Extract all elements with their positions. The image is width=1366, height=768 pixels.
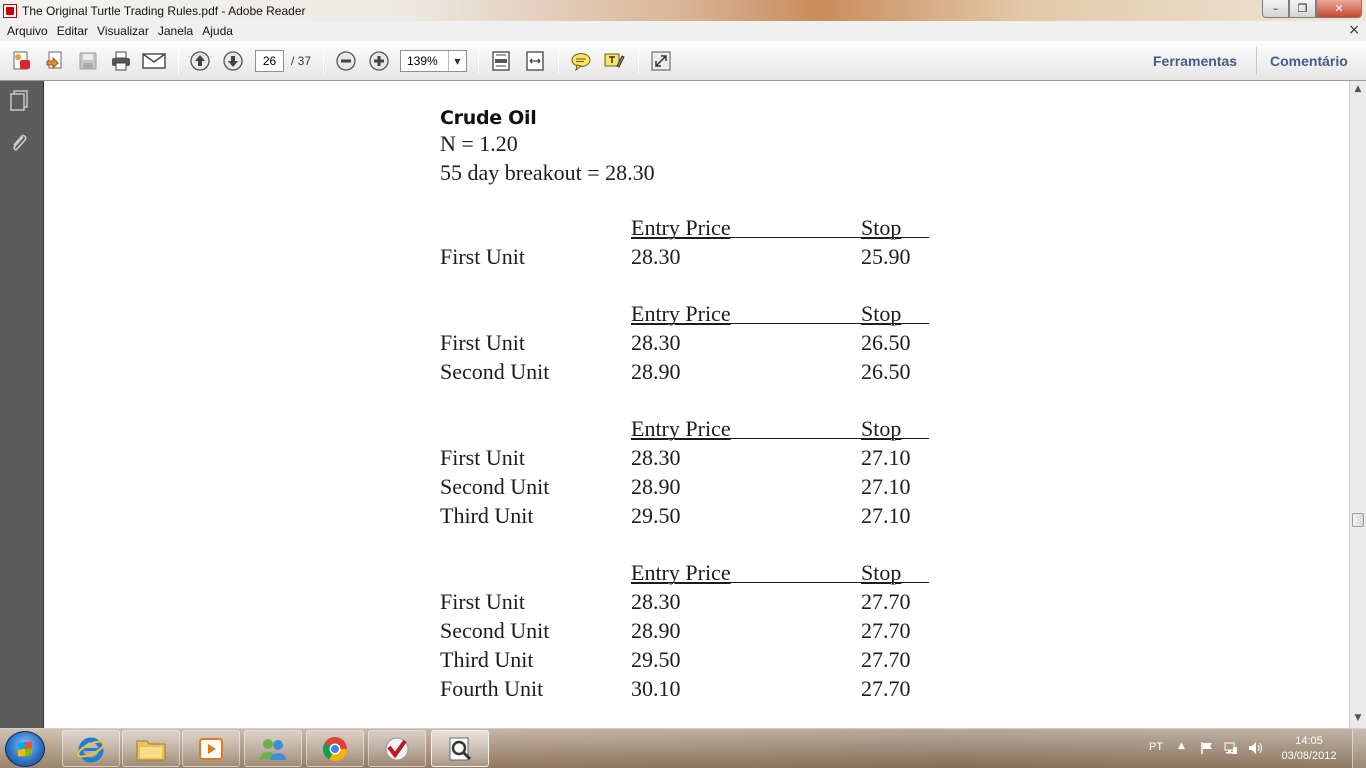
scroll-up-icon[interactable]: ▲ — [1353, 84, 1363, 94]
toolbar-separator — [558, 48, 559, 74]
previous-page-icon[interactable] — [188, 49, 212, 73]
table-header: Entry Price Stop — [440, 299, 929, 328]
entry-price-header: Entry Price — [631, 560, 731, 585]
scroll-down-icon[interactable]: ▼ — [1353, 713, 1363, 723]
stop-header: Stop — [861, 560, 902, 585]
unit-table: Entry Price Stop First Unit 28.30 27.70 … — [440, 558, 929, 703]
window-controls: – ❐ ✕ — [1262, 0, 1362, 18]
show-desktop-button[interactable] — [1352, 729, 1366, 768]
stop-header: Stop — [861, 215, 902, 240]
document-view[interactable]: Crude Oil N = 1.20 55 day breakout = 28.… — [44, 81, 1349, 728]
toolbar-separator — [178, 48, 179, 74]
unit-table: Entry Price Stop First Unit 28.30 27.10 … — [440, 414, 929, 530]
navigation-panel — [0, 81, 44, 728]
system-clock[interactable]: 14:05 03/08/2012 — [1278, 734, 1340, 764]
unit-table: Entry Price Stop First Unit 28.30 26.50 … — [440, 299, 929, 386]
save-icon[interactable] — [76, 49, 100, 73]
table-row: Third Unit 29.50 27.70 — [440, 647, 911, 672]
email-icon[interactable] — [142, 49, 166, 73]
unit-table: Entry Price Stop First Unit 28.30 25.90 — [440, 213, 929, 271]
menu-ajuda[interactable]: Ajuda — [202, 24, 233, 38]
window-title: The Original Turtle Trading Rules.pdf - … — [22, 3, 306, 18]
stop-header: Stop — [861, 416, 902, 441]
chevron-down-icon[interactable]: ▼ — [448, 51, 466, 71]
page-number-input[interactable]: 26 — [255, 50, 284, 72]
menu-arquivo[interactable]: Arquivo — [7, 24, 48, 38]
attachments-icon[interactable] — [8, 131, 32, 155]
page-total: / 37 — [291, 54, 312, 68]
internet-explorer-icon[interactable] — [62, 730, 120, 767]
action-center-flag-icon[interactable] — [1200, 741, 1214, 755]
entry-price-header: Entry Price — [631, 301, 731, 326]
tools-pane-button[interactable]: Ferramentas — [1153, 53, 1237, 69]
menu-editar[interactable]: Editar — [57, 24, 88, 38]
table-header: Entry Price Stop — [440, 558, 929, 587]
breakout-value: 55 day breakout = 28.30 — [440, 160, 655, 185]
messenger-icon[interactable] — [244, 730, 302, 767]
menu-visualizar[interactable]: Visualizar — [97, 24, 149, 38]
entry-price-header: Entry Price — [631, 215, 731, 240]
comment-note-icon[interactable] — [569, 49, 593, 73]
minimize-button[interactable]: – — [1262, 0, 1289, 18]
clock-date: 03/08/2012 — [1281, 750, 1337, 762]
table-row: Second Unit 28.90 26.50 — [440, 359, 911, 384]
n-value: N = 1.20 — [440, 131, 518, 156]
open-file-icon[interactable] — [43, 49, 67, 73]
next-page-icon[interactable] — [221, 49, 245, 73]
create-pdf-icon[interactable] — [10, 49, 34, 73]
fit-width-icon[interactable] — [523, 49, 547, 73]
table-row: Fourth Unit 30.10 27.70 — [440, 676, 911, 701]
toolbar-separator — [323, 48, 324, 74]
highlight-text-icon[interactable] — [602, 49, 626, 73]
zoom-select[interactable]: 139% ▼ — [400, 50, 467, 72]
entry-price-header: Entry Price — [631, 416, 731, 441]
table-header: Entry Price Stop — [440, 414, 929, 443]
media-player-icon[interactable] — [182, 730, 240, 767]
table-row: First Unit 28.30 26.50 — [440, 330, 911, 355]
stop-header: Stop — [861, 301, 902, 326]
language-indicator[interactable]: PT — [1149, 741, 1163, 753]
table-row: First Unit 28.30 27.10 — [440, 445, 911, 470]
table-row: First Unit 28.30 27.70 — [440, 589, 911, 614]
volume-icon[interactable] — [1248, 741, 1262, 755]
adobe-reader-task-icon[interactable] — [431, 730, 489, 767]
adobe-reader-icon — [3, 3, 17, 18]
chrome-icon[interactable] — [306, 730, 364, 767]
toolbar-separator — [638, 48, 639, 74]
fit-page-icon[interactable] — [489, 49, 513, 73]
table-row: Third Unit 29.50 27.10 — [440, 503, 911, 528]
toolbar-divider — [1256, 47, 1257, 75]
clock-time: 14:05 — [1295, 735, 1323, 747]
menu-bar: Arquivo Editar Visualizar Janela Ajuda × — [0, 21, 1366, 41]
toolbar-separator — [478, 48, 479, 74]
print-icon[interactable] — [109, 49, 133, 73]
page-thumbnails-icon[interactable] — [8, 89, 32, 113]
expand-icon[interactable] — [649, 49, 673, 73]
table-row: First Unit 28.30 25.90 — [440, 244, 911, 269]
start-button[interactable] — [5, 731, 45, 767]
menu-janela[interactable]: Janela — [158, 24, 193, 38]
zoom-out-icon[interactable] — [334, 49, 358, 73]
table-header: Entry Price Stop — [440, 213, 929, 242]
vertical-scrollbar[interactable]: ▲ ▼ — [1349, 81, 1366, 728]
comment-pane-button[interactable]: Comentário — [1270, 53, 1348, 69]
network-icon[interactable] — [1224, 741, 1238, 755]
zoom-value: 139% — [407, 54, 438, 68]
pdf-page-content: Crude Oil N = 1.20 55 day breakout = 28.… — [440, 107, 929, 703]
tray-expand-icon[interactable]: ▲ — [1178, 741, 1192, 755]
maximize-button[interactable]: ❐ — [1289, 0, 1316, 18]
table-row: Second Unit 28.90 27.70 — [440, 618, 911, 643]
scroll-thumb[interactable] — [1352, 513, 1364, 527]
table-row: Second Unit 28.90 27.10 — [440, 474, 911, 499]
title-bar: The Original Turtle Trading Rules.pdf - … — [0, 0, 1366, 21]
section-heading: Crude Oil — [440, 107, 537, 129]
file-explorer-icon[interactable] — [122, 730, 180, 767]
toolbar: 26 / 37 139% ▼ Ferramentas Comentário — [0, 41, 1366, 81]
close-button[interactable]: ✕ — [1316, 0, 1362, 18]
zoom-in-icon[interactable] — [367, 49, 391, 73]
taskbar: PT ▲ 14:05 03/08/2012 — [0, 728, 1366, 768]
trading-app-icon[interactable] — [368, 730, 426, 767]
document-close-button[interactable]: × — [1348, 22, 1360, 38]
